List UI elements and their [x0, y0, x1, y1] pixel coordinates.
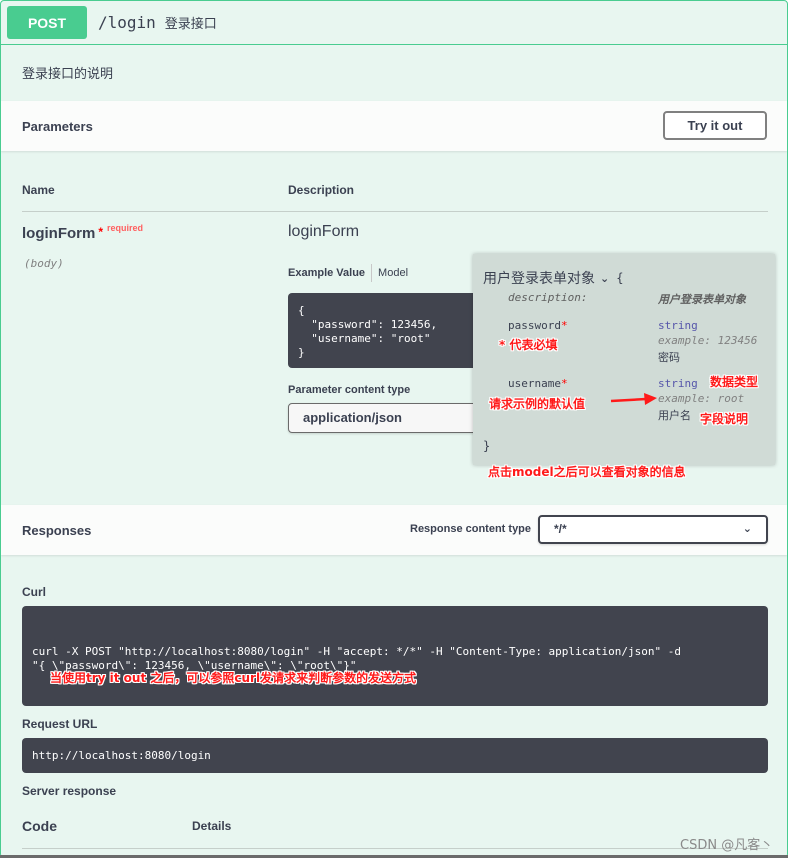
- model-description-value: 用户登录表单对象: [658, 293, 746, 306]
- operation-summary-text: 登录接口: [164, 16, 217, 31]
- chevron-down-icon: ⌄: [742, 523, 752, 535]
- model-title-text: 用户登录表单对象: [483, 271, 595, 287]
- parameter-location: (body): [24, 257, 64, 270]
- response-code-header: Code: [22, 818, 57, 834]
- annotation-arrow-icon: [610, 393, 657, 405]
- model-description-key: description:: [508, 291, 588, 304]
- model-field-username: username*: [508, 377, 568, 390]
- parameter-content-type-select[interactable]: application/json: [288, 403, 488, 433]
- model-panel: 用户登录表单对象 ⌄ { description: 用户登录表单对象 passw…: [473, 254, 775, 465]
- server-response-label: Server response: [22, 784, 117, 798]
- annotation-data-type: 数据类型: [710, 375, 759, 389]
- operation-block: POST /login 登录接口 登录接口的说明 Parameters Try …: [0, 0, 788, 858]
- parameters-header: Parameters Try it out: [1, 101, 787, 151]
- table-divider: [22, 211, 768, 212]
- required-star: *: [98, 225, 103, 239]
- responses-title: Responses: [22, 522, 92, 538]
- model-open-brace: {: [616, 271, 624, 285]
- field-name: password: [508, 319, 561, 332]
- response-content-type-select[interactable]: */* ⌄: [538, 515, 768, 544]
- annotation-curl: 当使用try it out 之后，可以参照curl发请求来判断参数的发送方式: [50, 671, 417, 685]
- try-it-out-button[interactable]: Try it out: [663, 111, 767, 140]
- model-title[interactable]: 用户登录表单对象 ⌄ {: [483, 268, 623, 288]
- response-content-type-value: */*: [554, 522, 567, 536]
- field-description: 密码: [658, 351, 680, 364]
- parameter-name-text: loginForm: [22, 225, 96, 242]
- model-close-brace: }: [483, 439, 491, 453]
- required-label: required: [107, 223, 144, 233]
- curl-code: curl -X POST "http://localhost:8080/logi…: [22, 606, 768, 706]
- annotation-default-value: 请求示例的默认值: [489, 397, 586, 411]
- required-star: *: [560, 319, 568, 332]
- operation-summary[interactable]: POST /login 登录接口: [1, 1, 787, 45]
- tab-model[interactable]: Model: [372, 267, 408, 279]
- model-field-password: password*: [508, 319, 568, 332]
- parameter-name: loginForm * required: [22, 223, 144, 242]
- required-star: *: [560, 377, 568, 390]
- response-details-header: Details: [192, 819, 232, 833]
- column-header-name: Name: [22, 183, 55, 197]
- curl-label: Curl: [22, 585, 46, 599]
- field-name: username: [508, 377, 561, 390]
- operation-path: /login: [98, 13, 156, 32]
- field-example: example: 123456: [658, 334, 758, 347]
- annotation-field-desc: 字段说明: [700, 412, 749, 426]
- parameter-description: loginForm: [288, 223, 360, 240]
- field-type: string: [658, 377, 698, 390]
- column-header-description: Description: [288, 183, 355, 197]
- request-url-code: http://localhost:8080/login: [22, 738, 768, 773]
- field-example: example: root: [658, 392, 745, 405]
- response-table-divider: [22, 848, 768, 849]
- parameters-title: Parameters: [22, 118, 93, 134]
- chevron-down-icon[interactable]: ⌄: [600, 272, 609, 285]
- parameter-content-type-label: Parameter content type: [288, 384, 411, 396]
- field-description: 用户名: [658, 409, 691, 422]
- operation-description: 登录接口的说明: [22, 66, 114, 81]
- annotation-model: 点击model之后可以查看对象的信息: [488, 465, 686, 479]
- annotation-required: * 代表必填: [499, 338, 558, 352]
- example-value-code: { "password": 123456, "username": "root"…: [288, 293, 488, 368]
- response-content-type-label: Response content type: [410, 523, 532, 535]
- example-model-tabs: Example Value Model: [288, 264, 408, 282]
- field-type: string: [658, 319, 698, 332]
- method-badge: POST: [7, 6, 87, 39]
- tab-example-value[interactable]: Example Value: [288, 264, 373, 282]
- watermark: CSDN @凡客丶: [680, 838, 774, 853]
- request-url-label: Request URL: [22, 717, 98, 731]
